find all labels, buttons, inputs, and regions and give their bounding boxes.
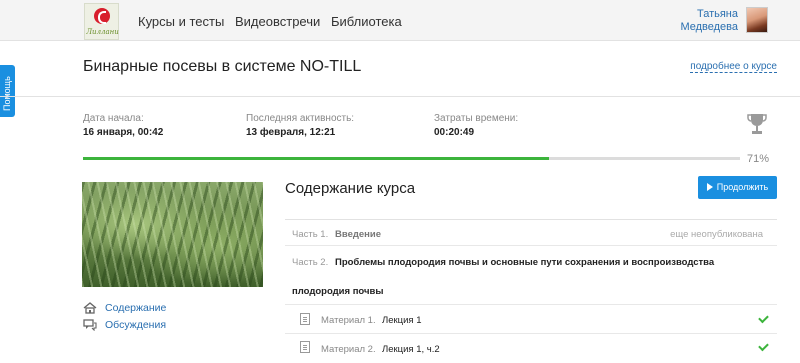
play-icon <box>706 182 713 191</box>
last-activity-value: 13 февраля, 12:21 <box>246 127 336 138</box>
sidebar-item-contents-label: Содержание <box>105 302 167 315</box>
help-tab-label: Помощь <box>2 76 12 111</box>
last-activity-label: Последняя активность: <box>246 113 355 124</box>
sidebar-item-discussions[interactable]: Обсуждения <box>83 319 166 333</box>
home-icon <box>83 302 97 314</box>
material-2-label: Материал 2. <box>321 344 376 355</box>
top-bar: Лиллани Курсы и тесты Видеовстречи Библи… <box>0 0 800 41</box>
contents-divider <box>285 219 777 220</box>
progress-bar <box>83 157 740 160</box>
part-1-status: еще неопубликована <box>670 229 763 240</box>
user-first-name: Татьяна <box>696 8 738 20</box>
nav-video-meetings[interactable]: Видеовстречи <box>235 14 320 29</box>
progress-percent: 71% <box>746 153 769 165</box>
contents-title: Содержание курса <box>285 180 416 197</box>
progress-bar-fill <box>83 157 550 160</box>
time-spent-label: Затраты времени: <box>434 113 519 124</box>
sidebar-item-contents[interactable]: Содержание <box>83 302 166 316</box>
sidebar-item-discussions-label: Обсуждения <box>105 319 167 332</box>
nav-library[interactable]: Библиотека <box>331 14 402 29</box>
start-date-value: 16 января, 00:42 <box>83 127 164 138</box>
part-2-title-line2[interactable]: плодородия почвы <box>292 286 383 297</box>
part-1-title: Введение <box>335 229 382 240</box>
avatar[interactable] <box>746 7 768 33</box>
row-divider <box>285 245 777 246</box>
discussion-icon <box>83 319 97 332</box>
about-course-link[interactable]: подробнее о курсе <box>690 61 777 73</box>
start-date-label: Дата начала: <box>83 113 144 124</box>
trophy-icon <box>747 114 767 134</box>
row-divider <box>285 304 777 305</box>
divider <box>0 96 800 97</box>
continue-button[interactable]: Продолжить <box>698 176 777 199</box>
document-icon <box>300 313 310 325</box>
material-1-label: Материал 1. <box>321 315 376 326</box>
continue-button-label: Продолжить <box>716 182 769 192</box>
row-divider <box>285 333 777 334</box>
logo-mark-icon <box>94 8 110 24</box>
course-image <box>82 182 263 287</box>
course-title: Бинарные посевы в системе NO-TILL <box>83 58 362 75</box>
check-icon <box>758 312 769 324</box>
part-2-title-line1[interactable]: Проблемы плодородия почвы и основные пут… <box>335 257 714 268</box>
user-name-link[interactable]: Татьяна Медведева <box>680 8 738 34</box>
user-last-name: Медведева <box>680 21 738 33</box>
help-tab[interactable]: Помощь <box>0 65 15 117</box>
check-icon <box>758 340 769 352</box>
part-1-label: Часть 1. <box>292 229 329 240</box>
material-2-title[interactable]: Лекция 1, ч.2 <box>382 344 440 355</box>
document-icon <box>300 341 310 353</box>
material-1-title[interactable]: Лекция 1 <box>382 315 422 326</box>
logo[interactable]: Лиллани <box>84 3 119 40</box>
part-2-label: Часть 2. <box>292 257 329 268</box>
time-spent-value: 00:20:49 <box>434 127 475 138</box>
logo-text: Лиллани <box>86 28 119 36</box>
nav-courses-tests[interactable]: Курсы и тесты <box>138 14 224 29</box>
